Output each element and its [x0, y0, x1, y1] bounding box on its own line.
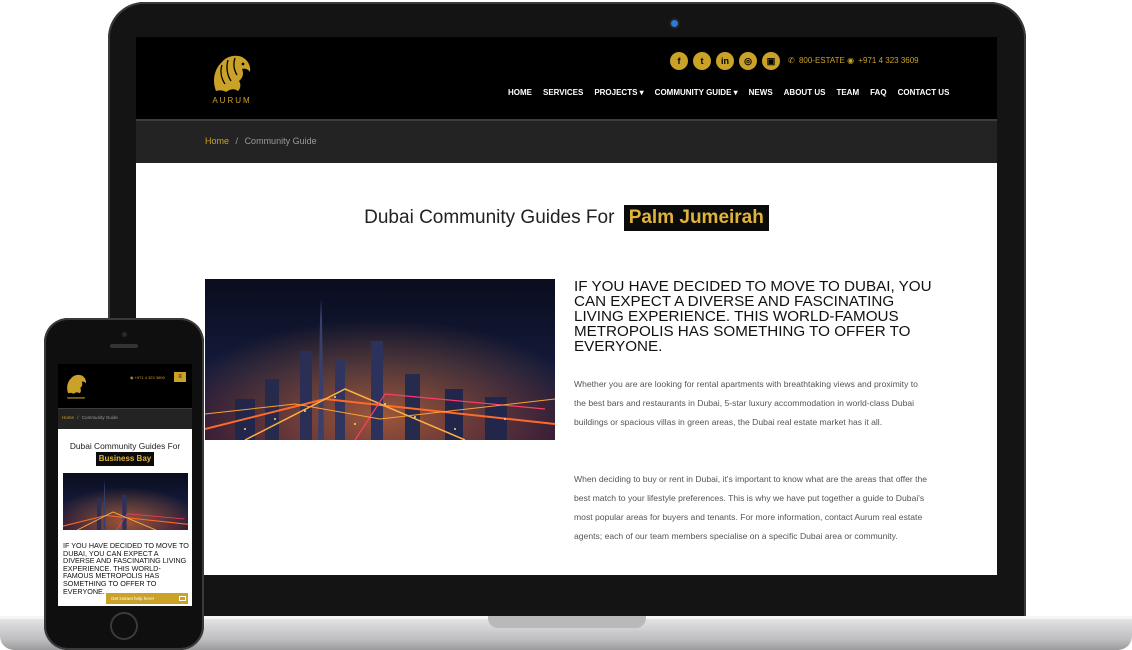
phone-number[interactable]: +971 4 323 3609: [858, 56, 918, 65]
nav-contact-us[interactable]: CONTACT US: [898, 88, 950, 97]
article-paragraph: When deciding to buy or rent in Dubai, i…: [574, 474, 928, 541]
social-links: f t in ◎ ▣: [670, 52, 780, 72]
phone-label[interactable]: 800-ESTATE: [799, 56, 845, 65]
chat-icon: [179, 596, 186, 601]
article: IF YOU HAVE DECIDED TO MOVE TO DUBAI, YO…: [574, 278, 934, 541]
mobile-phone-text: +971 4 323 3609: [134, 375, 165, 380]
mobile-article-heading: IF YOU HAVE DECIDED TO MOVE TO DUBAI, YO…: [63, 541, 189, 596]
lion-logo-icon[interactable]: [64, 372, 88, 402]
mobile-header: ◉ +971 4 323 3609 ≡: [58, 364, 192, 408]
twitter-icon[interactable]: t: [693, 52, 711, 70]
nav-faq[interactable]: FAQ: [870, 88, 886, 97]
globe-icon: ◉: [847, 56, 855, 65]
breadcrumb-bar: Home / Community Guide: [136, 119, 997, 163]
mobile-page-title: Dubai Community Guides For Business Bay: [58, 440, 192, 466]
phone-frame: ◉ +971 4 323 3609 ≡ Home / Community Gui…: [44, 318, 204, 650]
site-logo[interactable]: AURUM: [206, 51, 256, 107]
page-title-highlight: Business Bay: [95, 452, 155, 466]
nav-about-us[interactable]: ABOUT US: [784, 88, 826, 97]
mobile-phone-number[interactable]: ◉ +971 4 323 3609: [130, 375, 165, 380]
breadcrumb-current: Community Guide: [81, 415, 118, 420]
breadcrumb: Home / Community Guide: [205, 136, 317, 146]
article-heading: IF YOU HAVE DECIDED TO MOVE TO DUBAI, YO…: [574, 278, 932, 355]
breadcrumb-separator: /: [235, 136, 239, 146]
breadcrumb-current: Community Guide: [244, 136, 317, 146]
page-title-highlight: Palm Jumeirah: [623, 205, 769, 231]
phone-icon: ✆: [788, 56, 795, 65]
phone-screen: ◉ +971 4 323 3609 ≡ Home / Community Gui…: [58, 364, 192, 606]
nav-community-guide[interactable]: COMMUNITY GUIDE ▾: [655, 88, 738, 97]
phone-home-button[interactable]: [110, 612, 138, 640]
nav-team[interactable]: TEAM: [836, 88, 859, 97]
dubai-skyline-image: [63, 473, 188, 530]
nav-services[interactable]: SERVICES: [543, 88, 583, 97]
nav-home[interactable]: HOME: [508, 88, 532, 97]
lion-logo-icon: [214, 55, 251, 92]
instagram-icon[interactable]: ◎: [739, 52, 757, 70]
nav-news[interactable]: NEWS: [749, 88, 773, 97]
breadcrumb: Home / Community Guide: [62, 415, 118, 420]
logo-text: AURUM: [212, 96, 252, 105]
phone-speaker: [110, 344, 138, 348]
page-title: Dubai Community Guides For Palm Jumeirah: [136, 205, 997, 231]
hamburger-icon[interactable]: ≡: [174, 372, 186, 382]
youtube-icon[interactable]: ▣: [762, 52, 780, 70]
breadcrumb-separator: /: [77, 415, 79, 420]
breadcrumb-home[interactable]: Home: [205, 136, 229, 146]
nav-projects[interactable]: PROJECTS ▾: [594, 88, 643, 97]
linkedin-icon[interactable]: in: [716, 52, 734, 70]
mobile-hero-image: [63, 473, 188, 530]
mobile-breadcrumb-bar: Home / Community Guide: [58, 408, 192, 429]
laptop-screen: AURUM f t in ◎ ▣ ✆ 800-ESTATE ◉ +971 4 3…: [136, 37, 997, 575]
breadcrumb-home[interactable]: Home: [62, 415, 74, 420]
site-header: AURUM f t in ◎ ▣ ✆ 800-ESTATE ◉ +971 4 3…: [136, 37, 997, 119]
instant-help-button[interactable]: Get instant help here!: [106, 593, 188, 604]
laptop-camera: [671, 20, 678, 27]
article-paragraph: Whether you are are looking for rental a…: [574, 379, 918, 427]
page-title-prefix: Dubai Community Guides For: [364, 207, 615, 228]
hero-image: [205, 279, 555, 440]
page-title-prefix: Dubai Community Guides For: [69, 441, 181, 451]
dubai-skyline-image: [205, 279, 555, 440]
main-nav: HOME SERVICES PROJECTS ▾ COMMUNITY GUIDE…: [508, 88, 949, 97]
laptop-groove: [488, 616, 646, 628]
header-contact: ✆ 800-ESTATE ◉ +971 4 323 3609: [788, 56, 919, 65]
instant-help-label: Get instant help here!: [111, 596, 155, 601]
phone-camera: [122, 332, 127, 337]
facebook-icon[interactable]: f: [670, 52, 688, 70]
